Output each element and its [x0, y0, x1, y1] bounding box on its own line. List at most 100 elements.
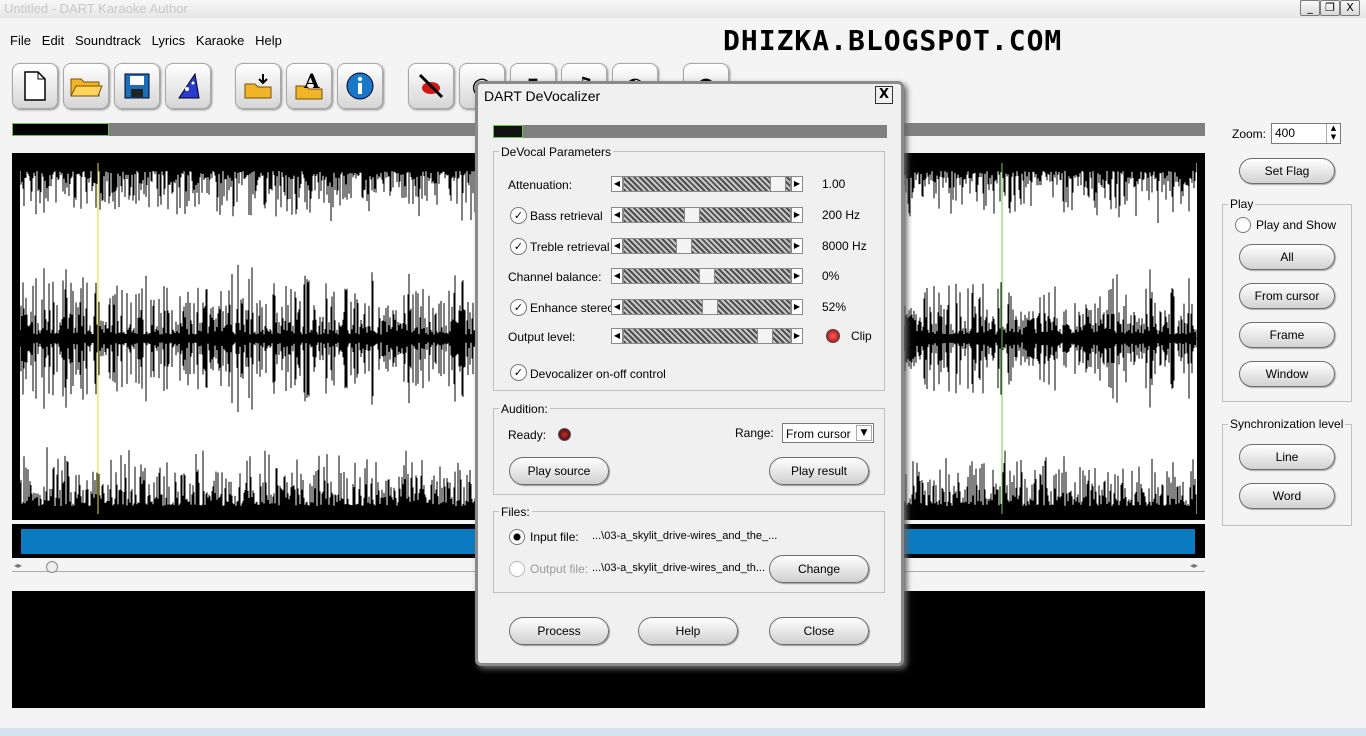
minimize-button[interactable]: _ — [1300, 0, 1320, 16]
input-file-radio[interactable] — [509, 529, 525, 545]
slider-left-arrow-icon[interactable]: ◀ — [611, 176, 623, 192]
help-button[interactable]: Help — [638, 617, 738, 645]
slider-left-arrow-icon[interactable]: ◀ — [611, 207, 623, 223]
param-value-1: 200 Hz — [822, 208, 861, 222]
zoom-spinner-icon[interactable]: ▲ ▼ — [1326, 124, 1340, 143]
ready-led-icon — [558, 428, 571, 441]
param-checkbox-1[interactable]: ✓ — [510, 207, 527, 224]
menu-karaoke[interactable]: Karaoke — [196, 33, 244, 48]
play-and-show-label: Play and Show — [1256, 218, 1337, 232]
param-checkbox-4[interactable]: ✓ — [510, 299, 527, 316]
param-label-0: Attenuation: — [508, 178, 573, 192]
clip-led-icon — [826, 329, 840, 343]
menu-bar: File Edit Soundtrack Lyrics Karaoke Help — [0, 33, 289, 53]
input-file-label: Input file: — [530, 530, 579, 544]
chevron-down-icon[interactable]: ▼ — [856, 425, 872, 441]
play-window-button[interactable]: Window — [1239, 361, 1335, 387]
slider-thumb[interactable] — [770, 176, 787, 192]
slider-right-arrow-icon[interactable]: ▶ — [791, 176, 803, 192]
param-slider-0[interactable] — [623, 176, 791, 192]
play-source-button[interactable]: Play source — [509, 457, 609, 485]
sync-line-button[interactable]: Line — [1239, 444, 1335, 470]
slider-thumb[interactable] — [676, 238, 693, 254]
sync-group — [1222, 424, 1352, 526]
play-frame-button[interactable]: Frame — [1239, 322, 1335, 348]
slider-right-arrow-icon[interactable]: ▶ — [791, 238, 803, 254]
dialog-close-icon[interactable]: X — [875, 86, 893, 104]
text-icon: A — [295, 72, 323, 100]
devocalizer-on-off-label: Devocalizer on-off control — [530, 367, 666, 381]
wizard-button[interactable] — [165, 63, 211, 109]
process-button[interactable]: Process — [509, 617, 609, 645]
devocal-params-title: DeVocal Parameters — [499, 145, 614, 159]
slider-left-arrow-icon[interactable]: ◀ — [611, 328, 623, 344]
slider-left-arrow-icon[interactable]: ◀ — [611, 268, 623, 284]
dialog-title-bar[interactable]: DART DeVocalizer X — [478, 84, 901, 108]
param-label-5: Output level: — [508, 330, 576, 344]
output-file-path: ...\03-a_skylit_drive-wires_and_th... — [592, 562, 766, 574]
new-button[interactable] — [12, 63, 58, 109]
input-file-path: ...\03-a_skylit_drive-wires_and_the_... — [592, 530, 778, 542]
change-button[interactable]: Change — [769, 555, 869, 583]
files-title: Files: — [499, 505, 532, 519]
save-button[interactable] — [114, 63, 160, 109]
import-button[interactable] — [235, 63, 281, 109]
slider-right-arrow-icon[interactable]: ▶ — [791, 299, 803, 315]
open-folder-icon — [70, 78, 103, 97]
play-from-cursor-button[interactable]: From cursor — [1239, 283, 1335, 309]
devocalizer-button[interactable] — [408, 63, 454, 109]
play-group-title: Play — [1228, 197, 1256, 211]
play-all-button[interactable]: All — [1239, 244, 1335, 270]
param-value-2: 8000 Hz — [822, 239, 867, 253]
menu-lyrics[interactable]: Lyrics — [152, 33, 185, 48]
param-slider-2[interactable] — [623, 238, 791, 254]
param-slider-1[interactable] — [623, 207, 791, 223]
menu-soundtrack[interactable]: Soundtrack — [75, 33, 141, 48]
svg-text:A: A — [303, 72, 320, 93]
range-select[interactable]: From cursor ▼ — [782, 423, 874, 443]
scroll-left-icon[interactable]: ◂▸ — [14, 561, 22, 570]
taskbar — [0, 728, 1366, 736]
menu-file[interactable]: File — [10, 33, 31, 48]
menu-help[interactable]: Help — [255, 33, 282, 48]
param-label-3: Channel balance: — [508, 270, 602, 284]
menu-edit[interactable]: Edit — [42, 33, 64, 48]
maximize-button[interactable]: ❐ — [1320, 0, 1340, 16]
open-button[interactable] — [63, 63, 109, 109]
param-checkbox-2[interactable]: ✓ — [510, 238, 527, 255]
close-button[interactable]: Close — [769, 617, 869, 645]
scroll-right-icon[interactable]: ◂▸ — [1190, 561, 1198, 570]
slider-left-arrow-icon[interactable]: ◀ — [611, 238, 623, 254]
app-window: Untitled - DART Karaoke Author _ ❐ X Fil… — [0, 0, 1366, 736]
slider-thumb[interactable] — [699, 268, 715, 284]
info-button[interactable] — [337, 63, 383, 109]
title-bar: Untitled - DART Karaoke Author _ ❐ X — [0, 0, 1366, 18]
import-icon — [244, 74, 272, 99]
slider-thumb[interactable] — [683, 207, 700, 223]
overview-window[interactable] — [12, 123, 109, 136]
slider-thumb[interactable] — [756, 328, 773, 344]
audition-title: Audition: — [499, 402, 550, 416]
output-file-label: Output file: — [530, 562, 589, 576]
scroll-thumb[interactable] — [46, 561, 58, 573]
new-document-icon — [24, 71, 46, 101]
sync-word-button[interactable]: Word — [1239, 483, 1335, 509]
slider-right-arrow-icon[interactable]: ▶ — [791, 328, 803, 344]
slider-right-arrow-icon[interactable]: ▶ — [791, 207, 803, 223]
zoom-label: Zoom: — [1232, 127, 1267, 141]
sync-group-title: Synchronization level — [1228, 417, 1346, 431]
close-window-button[interactable]: X — [1340, 0, 1360, 16]
window-title: Untitled - DART Karaoke Author — [4, 1, 188, 16]
slider-thumb[interactable] — [702, 299, 719, 315]
play-result-button[interactable]: Play result — [769, 457, 869, 485]
output-file-radio[interactable] — [509, 561, 525, 577]
play-and-show-radio[interactable] — [1235, 217, 1251, 233]
zoom-value: 400 — [1275, 126, 1296, 140]
devocalizer-on-off-checkbox[interactable]: ✓ — [510, 364, 527, 381]
zoom-field[interactable]: 400 ▲ ▼ — [1271, 123, 1341, 144]
text-button[interactable]: A — [286, 63, 332, 109]
dialog-overview-window — [493, 125, 523, 138]
slider-left-arrow-icon[interactable]: ◀ — [611, 299, 623, 315]
set-flag-button[interactable]: Set Flag — [1239, 158, 1335, 184]
slider-right-arrow-icon[interactable]: ▶ — [791, 268, 803, 284]
